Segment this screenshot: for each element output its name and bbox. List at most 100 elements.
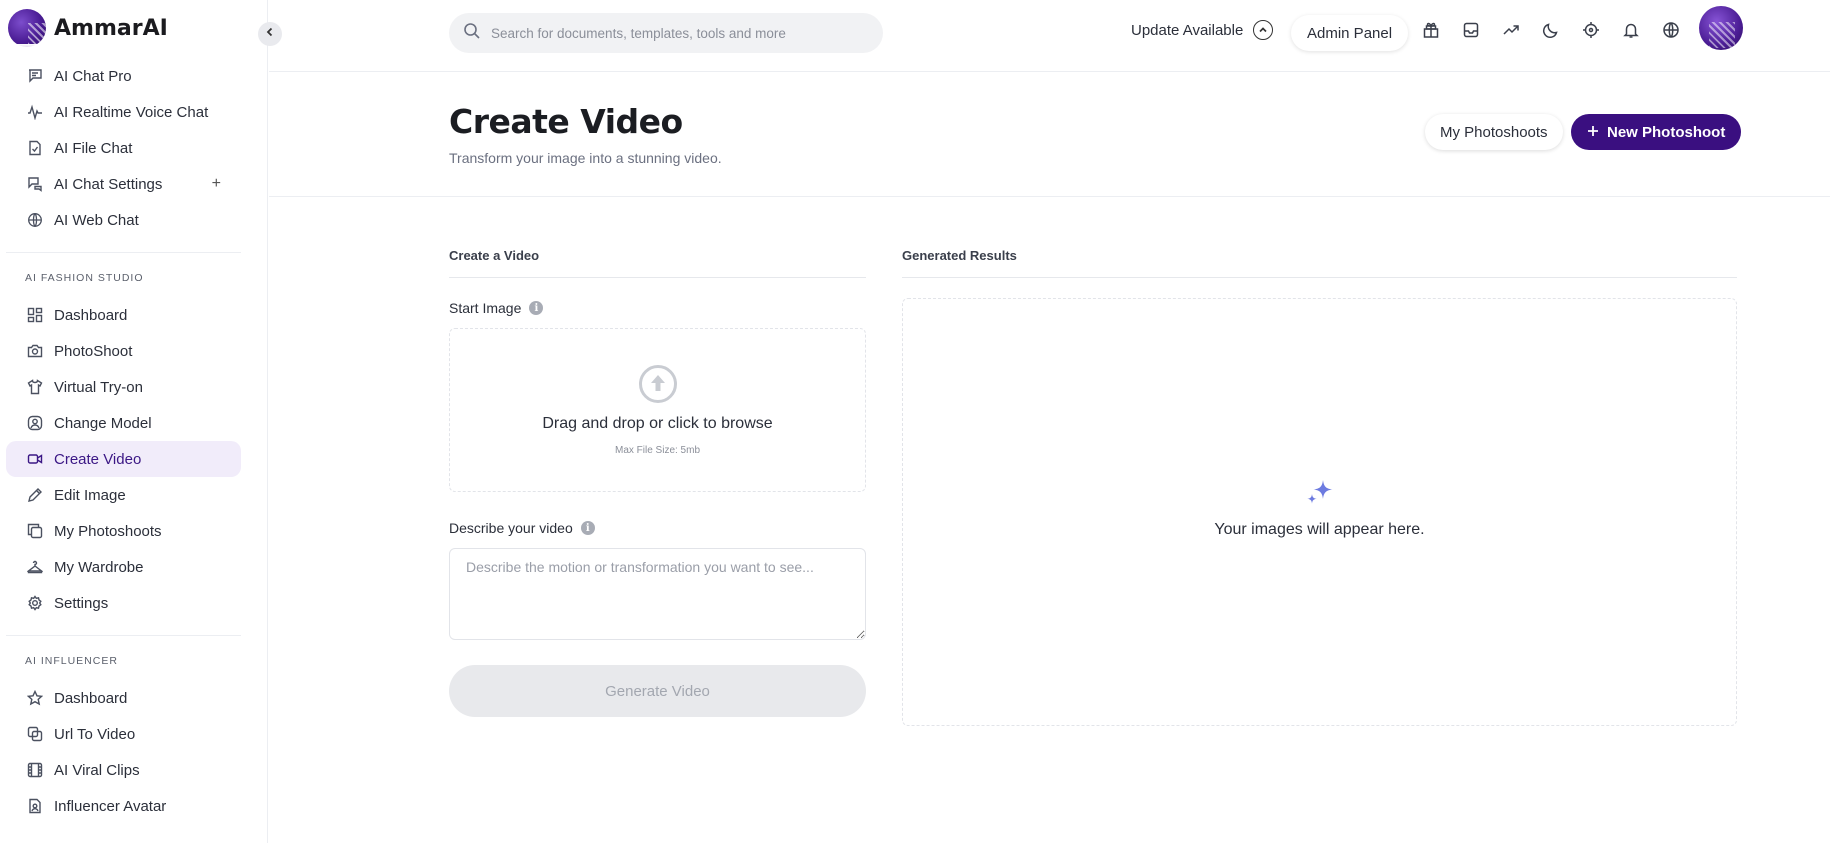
plus-icon bbox=[1587, 124, 1599, 141]
sidebar-item-ai-realtime-voice-chat[interactable]: AI Realtime Voice Chat bbox=[6, 94, 241, 130]
sidebar-item-url-to-video[interactable]: Url To Video bbox=[6, 716, 241, 752]
sidebar-item-influencer-dashboard[interactable]: Dashboard bbox=[6, 680, 241, 716]
chat-settings-icon bbox=[26, 175, 44, 193]
sidebar-item-influencer-avatar[interactable]: Influencer Avatar bbox=[6, 788, 241, 824]
crosshair-icon[interactable] bbox=[1581, 20, 1601, 40]
sidebar-item-ai-viral-clips[interactable]: AI Viral Clips bbox=[6, 752, 241, 788]
sidebar-item-my-wardrobe[interactable]: My Wardrobe bbox=[6, 549, 241, 585]
new-photoshoot-label: New Photoshoot bbox=[1607, 123, 1726, 141]
generate-video-button[interactable]: Generate Video bbox=[449, 665, 866, 717]
search-bar[interactable] bbox=[449, 13, 883, 53]
page-subtitle: Transform your image into a stunning vid… bbox=[449, 150, 722, 166]
avatar-file-icon bbox=[26, 797, 44, 815]
my-photoshoots-button[interactable]: My Photoshoots bbox=[1425, 114, 1563, 150]
sidebar-influencer-group: Dashboard Url To Video AI Viral Clips In… bbox=[6, 680, 241, 824]
sidebar-item-change-model[interactable]: Change Model bbox=[6, 405, 241, 441]
user-circle-icon bbox=[26, 414, 44, 432]
sidebar-item-label: Virtual Try-on bbox=[54, 378, 143, 396]
results-empty-text: Your images will appear here. bbox=[1214, 521, 1425, 538]
video-icon bbox=[26, 450, 44, 468]
sidebar-item-ai-chat-pro[interactable]: AI Chat Pro bbox=[6, 58, 241, 94]
sidebar-item-create-video[interactable]: Create Video bbox=[6, 441, 241, 477]
generated-results-panel: Generated Results Your images will appea… bbox=[902, 240, 1737, 726]
section-label-influencer: AI INFLUENCER bbox=[25, 655, 118, 667]
moon-icon[interactable] bbox=[1541, 20, 1561, 40]
update-available-button[interactable]: Update Available bbox=[1131, 20, 1274, 40]
sidebar-item-label: Change Model bbox=[54, 414, 152, 432]
sidebar-item-label: Create Video bbox=[54, 450, 142, 468]
camera-icon bbox=[26, 342, 44, 360]
bell-icon[interactable] bbox=[1621, 20, 1641, 40]
sidebar-item-dashboard[interactable]: Dashboard bbox=[6, 297, 241, 333]
brand[interactable]: AmmarAI bbox=[8, 8, 168, 48]
sidebar-item-label: My Wardrobe bbox=[54, 558, 144, 576]
update-label: Update Available bbox=[1131, 21, 1244, 39]
inbox-icon[interactable] bbox=[1461, 20, 1481, 40]
grid-icon bbox=[26, 306, 44, 324]
results-empty-state: Your images will appear here. bbox=[902, 298, 1737, 726]
sidebar-item-my-photoshoots[interactable]: My Photoshoots bbox=[6, 513, 241, 549]
shirt-icon bbox=[26, 378, 44, 396]
sidebar-item-label: AI Chat Settings bbox=[54, 175, 163, 193]
describe-video-label-text: Describe your video bbox=[449, 520, 573, 536]
search-input[interactable] bbox=[491, 25, 871, 41]
sidebar-item-label: Dashboard bbox=[54, 306, 128, 324]
chevron-up-circle-icon bbox=[1253, 20, 1274, 40]
user-avatar[interactable] bbox=[1699, 6, 1743, 50]
sidebar-item-label: Url To Video bbox=[54, 725, 136, 743]
trending-icon[interactable] bbox=[1501, 20, 1521, 40]
page-header: Create Video Transform your image into a… bbox=[269, 72, 1830, 197]
dropzone-max-size: Max File Size: 5mb bbox=[614, 444, 701, 456]
globe-icon[interactable] bbox=[1661, 20, 1681, 40]
brand-name: AmmarAI bbox=[54, 15, 168, 41]
form-heading: Create a Video bbox=[449, 240, 866, 278]
gift-icon[interactable] bbox=[1421, 20, 1441, 40]
sidebar-collapse-button[interactable] bbox=[258, 22, 282, 46]
top-bar: Update Available Admin Panel bbox=[269, 0, 1830, 72]
pencil-icon bbox=[26, 486, 44, 504]
plus-icon[interactable]: + bbox=[212, 175, 221, 193]
upload-arrow-icon bbox=[638, 364, 677, 403]
image-dropzone[interactable]: Drag and drop or click to browse Max Fil… bbox=[449, 328, 866, 492]
page-title: Create Video bbox=[449, 102, 683, 141]
star-icon bbox=[26, 689, 44, 707]
sidebar-item-settings[interactable]: Settings bbox=[6, 585, 241, 621]
describe-video-textarea[interactable] bbox=[449, 548, 866, 640]
results-heading: Generated Results bbox=[902, 240, 1737, 278]
describe-video-wrap bbox=[449, 548, 866, 645]
sidebar-item-ai-web-chat[interactable]: AI Web Chat bbox=[6, 202, 241, 238]
info-icon[interactable]: i bbox=[580, 521, 595, 535]
sidebar-divider bbox=[6, 252, 241, 253]
sidebar-top-group: AI Chat Pro AI Realtime Voice Chat AI Fi… bbox=[6, 58, 241, 238]
sidebar-item-label: AI File Chat bbox=[54, 139, 133, 157]
sidebar-item-edit-image[interactable]: Edit Image bbox=[6, 477, 241, 513]
new-photoshoot-button[interactable]: New Photoshoot bbox=[1571, 114, 1742, 150]
sidebar-item-label: AI Web Chat bbox=[54, 211, 139, 229]
sidebar-item-virtual-try-on[interactable]: Virtual Try-on bbox=[6, 369, 241, 405]
admin-panel-button[interactable]: Admin Panel bbox=[1291, 15, 1409, 51]
globe-www-icon bbox=[26, 211, 44, 229]
start-image-label: Start Image i bbox=[449, 300, 866, 316]
sidebar-fashion-group: Dashboard PhotoShoot Virtual Try-on Chan… bbox=[6, 297, 241, 621]
top-icon-bar bbox=[1421, 20, 1681, 40]
sidebar-divider bbox=[6, 635, 241, 636]
file-icon bbox=[26, 139, 44, 157]
sidebar-item-label: Edit Image bbox=[54, 486, 126, 504]
info-icon[interactable]: i bbox=[529, 301, 544, 315]
sidebar-item-label: Settings bbox=[54, 594, 109, 612]
section-label-fashion: AI FASHION STUDIO bbox=[25, 272, 144, 284]
brand-logo bbox=[8, 9, 46, 47]
sidebar-item-ai-file-chat[interactable]: AI File Chat bbox=[6, 130, 241, 166]
hanger-icon bbox=[26, 558, 44, 576]
sidebar-nav: AI Chat Pro AI Realtime Voice Chat AI Fi… bbox=[6, 58, 241, 824]
search-icon bbox=[463, 22, 481, 45]
gear-icon bbox=[26, 594, 44, 612]
sidebar-item-photoshoot[interactable]: PhotoShoot bbox=[6, 333, 241, 369]
film-icon bbox=[26, 761, 44, 779]
sidebar-item-label: Dashboard bbox=[54, 689, 128, 707]
sidebar-item-ai-chat-settings[interactable]: AI Chat Settings + bbox=[6, 166, 241, 202]
create-video-form: Create a Video Start Image i Drag and dr… bbox=[449, 240, 866, 717]
start-image-label-text: Start Image bbox=[449, 300, 522, 316]
sidebar-item-label: AI Viral Clips bbox=[54, 761, 140, 779]
sidebar-item-label: Influencer Avatar bbox=[54, 797, 167, 815]
